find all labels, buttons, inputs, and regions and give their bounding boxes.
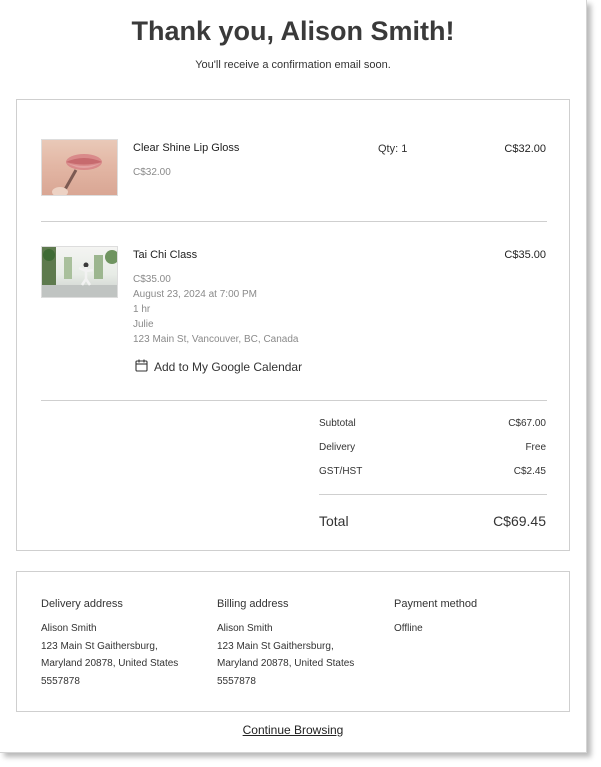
add-to-calendar-link[interactable]: Add to My Google Calendar [135,359,302,375]
item-unit-price: C$32.00 [133,167,171,178]
thank-you-page: Thank you, Alison Smith! You'll receive … [0,0,587,753]
delivery-label: Delivery [319,442,356,453]
booking-duration: 1 hr [133,304,151,315]
continue-browsing-container: Continue Browsing [0,723,586,737]
delivery-address: Delivery address Alison Smith 123 Main S… [41,598,211,690]
item-quantity: Qty: 1 [378,143,408,155]
calendar-icon [135,359,148,375]
item-total: C$35.00 [504,249,546,261]
subtotal-value: C$67.00 [508,418,546,429]
delivery-value: Free [525,442,546,453]
total-value: C$69.45 [493,513,546,529]
booking-date: August 23, 2024 at 7:00 PM [133,289,257,300]
booking-staff: Julie [133,319,154,330]
continue-browsing-link[interactable]: Continue Browsing [243,723,344,737]
address-line: Alison Smith [217,623,273,634]
address-line: Maryland 20878, United States [41,658,179,669]
calendar-link-label: Add to My Google Calendar [154,360,303,374]
address-box: Delivery address Alison Smith 123 Main S… [16,571,570,712]
tai-chi-image [41,246,118,298]
phone-number: 5557878 [217,675,256,687]
order-summary-box: Clear Shine Lip Gloss C$32.00 Qty: 1 C$3… [16,99,570,551]
phone-number: 5557878 [41,675,80,687]
subtotal-label: Subtotal [319,418,356,429]
total-label: Total [319,513,349,529]
address-line: Maryland 20878, United States [217,658,355,669]
item-total: C$32.00 [504,143,546,155]
item-name[interactable]: Tai Chi Class [133,249,197,261]
tax-value: C$2.45 [513,466,546,477]
payment-method: Payment method Offline [394,598,564,638]
address-line: Alison Smith [41,623,97,634]
item-divider [41,400,547,401]
page-subtitle: You'll receive a confirmation email soon… [195,59,391,71]
lip-gloss-image [41,139,118,196]
delivery-address-heading: Delivery address [41,598,123,610]
address-line: 123 Main St Gaithersburg, [41,640,158,652]
payment-method-value: Offline [394,623,423,634]
payment-method-heading: Payment method [394,598,478,610]
tax-label: GST/HST [319,466,363,477]
item-unit-price: C$35.00 [133,274,171,285]
item-name[interactable]: Clear Shine Lip Gloss [133,142,239,154]
billing-address-heading: Billing address [217,598,289,610]
booking-location: 123 Main St, Vancouver, BC, Canada [133,334,299,345]
billing-address: Billing address Alison Smith 123 Main St… [217,598,387,690]
address-line: 123 Main St Gaithersburg, [217,640,334,652]
total-divider [319,494,547,495]
item-divider [41,221,547,222]
page-title: Thank you, Alison Smith! [131,16,455,46]
